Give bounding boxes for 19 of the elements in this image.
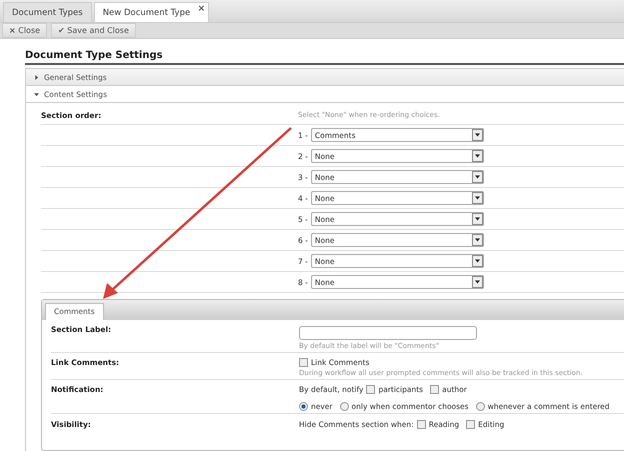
radio-button[interactable] bbox=[476, 402, 485, 411]
input-field[interactable] bbox=[299, 326, 477, 340]
caret-icon bbox=[34, 92, 39, 96]
checkbox[interactable] bbox=[430, 385, 440, 394]
save-button[interactable]: ✔ Save and Close bbox=[51, 23, 136, 38]
caret-icon bbox=[34, 74, 39, 80]
checkbox[interactable] bbox=[416, 420, 426, 429]
page-title: Document Type Settings bbox=[25, 50, 624, 65]
tab-label: New Document Type bbox=[102, 8, 190, 18]
radio-button[interactable] bbox=[340, 402, 349, 411]
close-icon[interactable]: × bbox=[198, 4, 206, 14]
checkbox[interactable] bbox=[366, 385, 376, 394]
checkbox[interactable] bbox=[299, 358, 308, 367]
radio-button[interactable] bbox=[299, 402, 308, 411]
tab[interactable]: Document Types bbox=[3, 2, 92, 22]
tab[interactable]: New Document Type × bbox=[94, 2, 210, 22]
checkbox[interactable] bbox=[466, 420, 476, 429]
tab-label: Document Types bbox=[12, 8, 83, 18]
close-button[interactable]: × Close bbox=[2, 23, 48, 38]
